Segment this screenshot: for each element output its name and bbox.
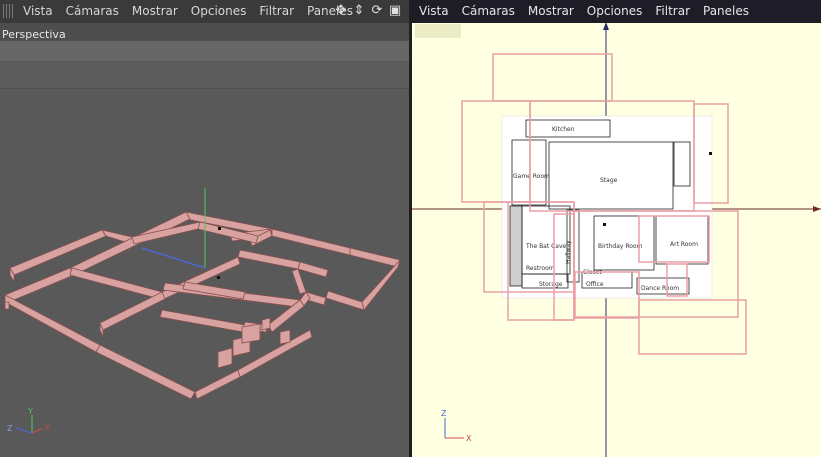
axis-z-label: Z	[441, 409, 447, 418]
pivot-point	[218, 227, 221, 230]
axis-y-label: Y	[27, 407, 33, 416]
arrow-right-icon	[813, 206, 821, 212]
label-birthday-room: Birthday Room	[598, 243, 643, 250]
pivot-point	[709, 152, 712, 155]
label-bat-cave: The Bat Cave	[525, 243, 567, 250]
axis-z-label: Z	[7, 424, 13, 433]
axis-x-label: X	[45, 423, 51, 432]
scene-axis-z	[141, 247, 206, 269]
label-art-room: Art Room	[670, 241, 698, 248]
perspective-viewport[interactable]: Vista Cámaras Mostrar Opciones Filtrar P…	[0, 0, 409, 457]
axis-x-label: X	[466, 434, 472, 443]
label-office: Office	[586, 281, 604, 288]
wall-model[interactable]	[4, 211, 401, 400]
arrow-up-icon	[603, 22, 609, 30]
stairs	[509, 205, 523, 287]
perspective-scene: Y X Z	[4, 188, 401, 434]
axis-indicator: Z X	[441, 409, 472, 443]
top-scene: Kitchen Game Room Stage The Bat Cave Bir…	[412, 22, 821, 457]
label-hallway: Hallway	[565, 240, 572, 264]
top-viewport[interactable]: Vista Cámaras Mostrar Opciones Filtrar P…	[412, 0, 821, 457]
label-kitchen: Kitchen	[552, 126, 575, 133]
pivot-point	[603, 223, 606, 226]
label-stage: Stage	[600, 177, 618, 184]
pivot-point	[217, 276, 220, 279]
floor-plan-image[interactable]: Kitchen Game Room Stage The Bat Cave Bir…	[501, 115, 713, 299]
label-restroom: Restroom	[526, 265, 555, 272]
axis-indicator: Y X Z	[7, 407, 51, 434]
label-dance-room: Dance Room	[641, 285, 679, 292]
label-game-room: Game Room	[513, 173, 550, 180]
label-storage: Storage	[539, 281, 563, 288]
